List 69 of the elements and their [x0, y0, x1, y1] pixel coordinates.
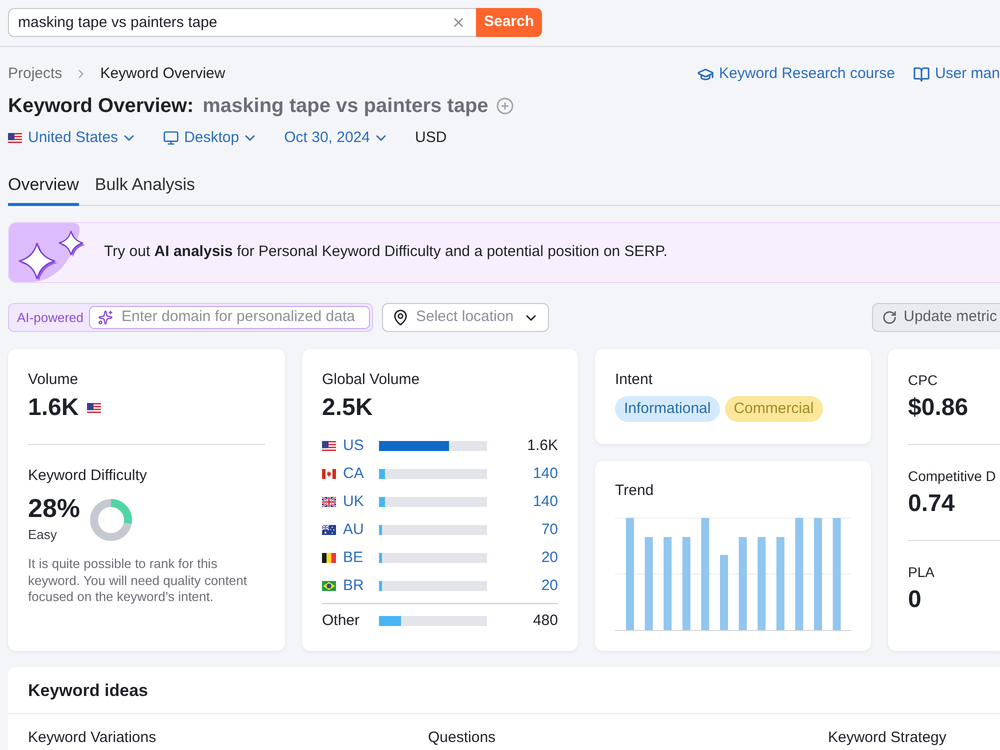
volume-value: 1.6K	[28, 393, 79, 423]
country-volume: 1.6K	[527, 436, 558, 456]
monitor-icon	[163, 130, 180, 146]
country-volume: 70	[541, 520, 558, 540]
canada-flag-icon	[322, 469, 336, 479]
difficulty-value: 28%	[28, 492, 80, 524]
refresh-icon	[882, 310, 897, 325]
sparkle-icon	[98, 310, 114, 325]
breadcrumb-link[interactable]: Projects	[8, 62, 62, 86]
column-heading: Keyword Variations	[28, 729, 156, 746]
card-label: CPC	[908, 371, 938, 390]
book-icon	[912, 66, 930, 82]
country-code-link[interactable]: AU	[343, 518, 364, 542]
metric-value: 0	[908, 585, 922, 615]
country-code-link[interactable]: BR	[343, 574, 364, 598]
card-label: Global Volume	[322, 370, 420, 390]
banner-text: Try out AI analysis for Personal Keyword Difficulty and a potential position on SERP.	[104, 242, 668, 262]
page-title: Keyword Overview:	[8, 94, 194, 119]
currency-label: USD	[415, 128, 447, 148]
search-input[interactable]: masking tape vs painters tape	[8, 8, 476, 37]
country-code-link[interactable]: CA	[343, 462, 364, 486]
card-label: Competitive D	[908, 467, 996, 486]
column-heading: Keyword Strategy	[828, 729, 946, 746]
australia-flag-icon	[322, 525, 336, 535]
us-flag-icon	[8, 133, 22, 143]
intent-tag: Commercial	[724, 396, 823, 422]
domain-input[interactable]: Enter domain for personalized data	[89, 306, 370, 329]
country-volume: 140	[532, 492, 558, 512]
keyword-ideas-title: Keyword ideas	[28, 681, 148, 700]
country-volume: 20	[541, 548, 558, 568]
card-label: Volume	[28, 370, 78, 390]
device-dropdown[interactable]: Desktop	[163, 126, 258, 150]
help-link[interactable]: Keyword Research course	[697, 62, 895, 86]
metric-value: 0.74	[908, 489, 955, 519]
column-heading: Questions	[428, 729, 496, 746]
date-dropdown[interactable]: Oct 30, 2024	[284, 126, 389, 150]
map-pin-icon	[392, 309, 409, 326]
add-icon[interactable]	[496, 97, 514, 115]
keyword-text: masking tape vs painters tape	[202, 94, 488, 119]
ai-powered-label: AI-powered	[16, 308, 84, 327]
card-label: Intent	[615, 370, 653, 390]
brazil-flag-icon	[322, 581, 336, 591]
country-volume: 20	[541, 576, 558, 596]
breadcrumb-current: Keyword Overview	[100, 64, 226, 84]
location-select[interactable]: Select location	[382, 303, 549, 332]
country-volume: 140	[532, 464, 558, 484]
other-label: Other	[322, 610, 361, 631]
search-button[interactable]: Search	[476, 8, 542, 37]
difficulty-description: It is quite possible to rank for this keyword. You will need quality content focused on the keyword’s intent.	[28, 556, 248, 606]
us-flag-icon	[322, 441, 336, 451]
tab[interactable]: Bulk Analysis	[94, 166, 196, 206]
update-metrics-button[interactable]: Update metric	[872, 303, 1000, 332]
other-volume: 480	[532, 610, 558, 631]
difficulty-rating: Easy	[28, 527, 57, 543]
belgium-flag-icon	[322, 553, 336, 563]
intent-tag: Informational	[615, 396, 720, 422]
uk-flag-icon	[322, 497, 336, 507]
country-dropdown[interactable]: United States	[8, 126, 138, 150]
country-code-link[interactable]: BE	[343, 546, 364, 570]
card-label: Keyword Difficulty	[28, 466, 147, 486]
help-link[interactable]: User man	[912, 62, 1000, 86]
country-code-link[interactable]: UK	[343, 490, 364, 514]
country-code-link[interactable]: US	[343, 434, 364, 458]
tab[interactable]: Overview	[8, 166, 79, 206]
card-label: Trend	[615, 481, 654, 501]
card-label: PLA	[908, 563, 934, 582]
global-volume-value: 2.5K	[322, 393, 373, 423]
metric-value: $0.86	[908, 393, 968, 423]
us-flag-icon	[86, 403, 101, 413]
